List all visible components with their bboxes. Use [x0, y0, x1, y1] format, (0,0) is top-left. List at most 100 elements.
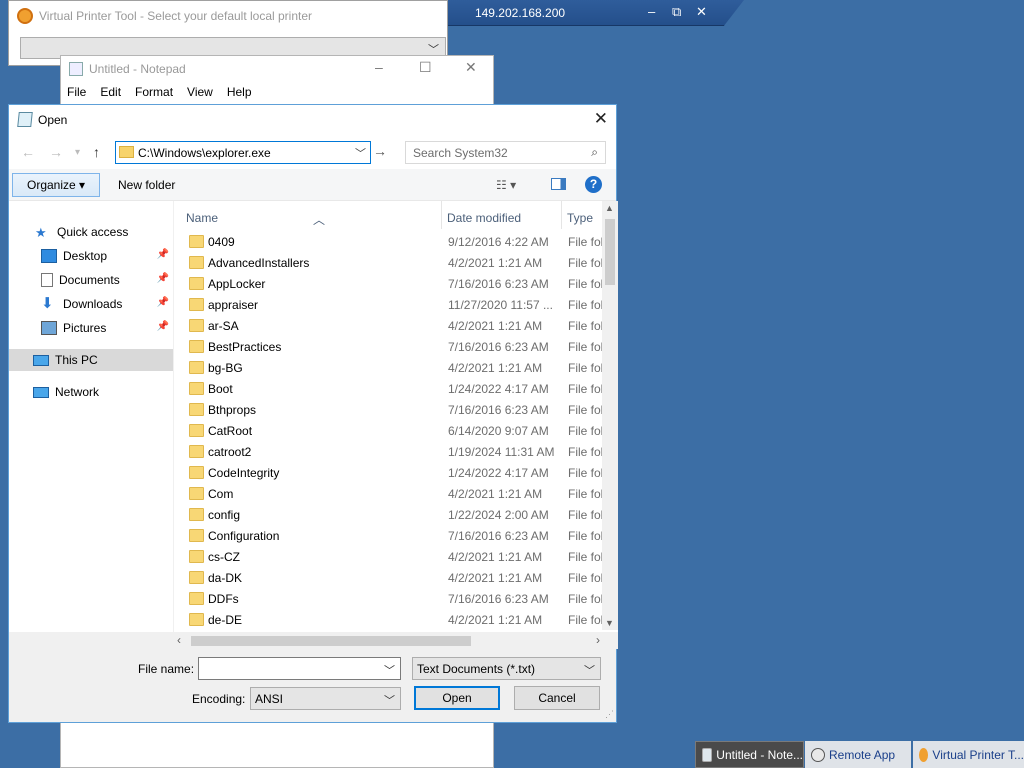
back-arrow-icon[interactable]: ←	[21, 144, 35, 160]
table-row[interactable]: de-DE 4/2/2021 1:21 AM File folder	[174, 609, 604, 630]
folder-icon	[189, 319, 204, 332]
nav-item-documents[interactable]: Documents 📌	[9, 269, 173, 291]
vertical-scrollbar[interactable]: ▲ ▼	[602, 201, 618, 630]
scroll-up-icon[interactable]: ▲	[605, 203, 614, 213]
table-row[interactable]: 0409 9/12/2016 4:22 AM File folder	[174, 231, 604, 252]
table-row[interactable]: AdvancedInstallers 4/2/2021 1:21 AM File f…	[174, 252, 604, 273]
table-row[interactable]: Boot 1/24/2022 4:17 AM File folder	[174, 378, 604, 399]
view-options-icon[interactable]: ☷ ▾	[496, 178, 516, 192]
scroll-left-icon[interactable]: ‹	[177, 633, 181, 647]
scroll-thumb[interactable]	[605, 219, 615, 285]
up-arrow-icon[interactable]: ↑	[93, 144, 100, 160]
chevron-down-icon[interactable]: ﹀	[384, 662, 395, 678]
type-cell: File folder	[568, 424, 604, 438]
type-cell: File folder	[568, 382, 604, 396]
menu-format[interactable]: Format	[128, 85, 180, 99]
close-icon[interactable]: ✕	[594, 109, 608, 129]
horizontal-scrollbar[interactable]: ‹ ›	[173, 632, 618, 649]
folder-icon	[189, 529, 204, 542]
type-cell: File folder	[568, 571, 604, 585]
table-row[interactable]: Configuration 7/16/2016 6:23 AM File folde…	[174, 525, 604, 546]
search-icon[interactable]: ⌕	[591, 145, 598, 160]
scroll-down-icon[interactable]: ▼	[605, 618, 614, 628]
recent-locations-icon[interactable]: ▾	[75, 147, 80, 158]
notepad-close-button[interactable]: ✕	[465, 59, 477, 76]
type-cell: File folder	[568, 361, 604, 375]
taskbar-item-notepad[interactable]: Untitled - Note...	[695, 741, 804, 768]
nav-item-quick-access[interactable]: ★ Quick access	[9, 221, 173, 243]
chevron-down-icon[interactable]: ﹀	[355, 145, 366, 161]
table-row[interactable]: cs-CZ 4/2/2021 1:21 AM File folder	[174, 546, 604, 567]
nav-item-this-pc[interactable]: This PC	[9, 349, 173, 371]
folder-icon	[189, 256, 204, 269]
folder-icon	[189, 487, 204, 500]
cancel-button[interactable]: Cancel	[514, 686, 600, 710]
column-date-modified[interactable]: Date modified	[447, 211, 521, 225]
minimize-remote-button[interactable]: –	[648, 4, 655, 19]
table-row[interactable]: BestPractices 7/16/2016 6:23 AM File folde…	[174, 336, 604, 357]
nav-item-network[interactable]: Network	[9, 381, 173, 403]
encoding-select[interactable]: ANSI ﹀	[250, 687, 401, 710]
date-modified-cell: 9/12/2016 4:22 AM	[448, 235, 549, 249]
table-row[interactable]: bg-BG 4/2/2021 1:21 AM File folder	[174, 357, 604, 378]
taskbar-item-remote-app[interactable]: Remote App	[805, 741, 911, 768]
date-modified-cell: 6/14/2020 9:07 AM	[448, 424, 549, 438]
table-row[interactable]: CatRoot 6/14/2020 9:07 AM File folder	[174, 420, 604, 441]
table-row[interactable]: CodeIntegrity 1/24/2022 4:17 AM File folde…	[174, 462, 604, 483]
file-name-cell: Boot	[208, 382, 233, 396]
menu-edit[interactable]: Edit	[93, 85, 128, 99]
hscroll-thumb[interactable]	[191, 636, 471, 646]
type-cell: File folder	[568, 466, 604, 480]
organize-button[interactable]: Organize ▾	[12, 173, 101, 197]
table-row[interactable]: Bthprops 7/16/2016 6:23 AM File folder	[174, 399, 604, 420]
menu-file[interactable]: File	[61, 85, 93, 99]
restore-remote-button[interactable]: ⧉	[672, 4, 681, 20]
help-icon[interactable]: ?	[585, 176, 602, 193]
forward-arrow-icon[interactable]: →	[49, 144, 63, 160]
table-row[interactable]: appraiser 11/27/2020 11:57 ... File folder	[174, 294, 604, 315]
resize-grip-icon[interactable]: ⋰	[605, 709, 614, 720]
table-row[interactable]: DDFs 7/16/2016 6:23 AM File folder	[174, 588, 604, 609]
open-button[interactable]: Open	[414, 686, 500, 710]
address-input[interactable]: C:\Windows\explorer.exe ﹀	[115, 141, 371, 164]
taskbar-item-virtual-printer[interactable]: Virtual Printer T...	[913, 741, 1024, 768]
go-arrow-icon[interactable]: →	[373, 143, 387, 159]
network-icon	[33, 386, 49, 398]
column-name[interactable]: Name	[186, 211, 218, 225]
preview-pane-icon[interactable]	[551, 178, 566, 190]
column-type[interactable]: Type	[567, 211, 593, 225]
table-row[interactable]: ar-SA 4/2/2021 1:21 AM File folder	[174, 315, 604, 336]
folder-icon	[189, 508, 204, 521]
folder-icon	[189, 466, 204, 479]
close-remote-button[interactable]: ✕	[696, 4, 707, 20]
menu-help[interactable]: Help	[220, 85, 259, 99]
file-name-cell: BestPractices	[208, 340, 282, 354]
nav-item-desktop[interactable]: Desktop 📌	[9, 245, 173, 267]
type-cell: File folder	[568, 319, 604, 333]
type-cell: File folder	[568, 403, 604, 417]
sort-ascending-icon: ︿	[313, 213, 326, 227]
nav-item-pictures[interactable]: Pictures 📌	[9, 317, 173, 339]
table-row[interactable]: AppLocker 7/16/2016 6:23 AM File folder	[174, 273, 604, 294]
type-cell: File folder	[568, 508, 604, 522]
date-modified-cell: 4/2/2021 1:21 AM	[448, 256, 543, 270]
table-row[interactable]: Com 4/2/2021 1:21 AM File folder	[174, 483, 604, 504]
table-row[interactable]: catroot2 1/19/2024 11:31 AM File folder	[174, 441, 604, 462]
file-type-select[interactable]: Text Documents (*.txt) ﹀	[412, 657, 601, 680]
computer-icon	[33, 354, 49, 366]
scroll-right-icon[interactable]: ›	[596, 633, 600, 647]
notepad-icon	[702, 747, 713, 762]
new-folder-button[interactable]: New folder	[118, 178, 175, 192]
nav-item-downloads[interactable]: ⬇ Downloads 📌	[9, 293, 173, 315]
pin-icon: 📌	[156, 249, 169, 260]
menu-view[interactable]: View	[180, 85, 220, 99]
table-row[interactable]: config 1/22/2024 2:00 AM File folder	[174, 504, 604, 525]
notepad-maximize-button[interactable]: ☐	[419, 59, 432, 76]
notepad-minimize-button[interactable]: –	[375, 59, 383, 75]
table-row[interactable]: da-DK 4/2/2021 1:21 AM File folder	[174, 567, 604, 588]
file-name-input[interactable]: ﹀	[198, 657, 401, 680]
file-rows: 04099/12/2016 4:22 AMFile folderAdvanced…	[174, 231, 604, 630]
file-name-cell: CodeIntegrity	[208, 466, 280, 480]
file-name-cell: Bthprops	[208, 403, 257, 417]
search-input[interactable]: Search System32 ⌕	[405, 141, 606, 164]
